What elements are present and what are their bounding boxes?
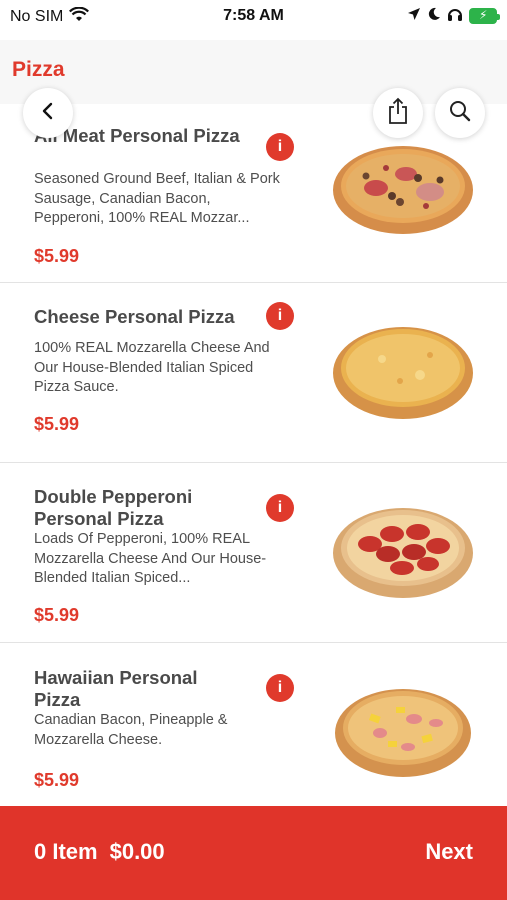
info-icon[interactable]: i (266, 302, 294, 330)
page-header: Pizza (0, 40, 507, 104)
headphones-icon (447, 6, 463, 26)
cart-bar: 0 Item $0.00 Next (0, 806, 507, 900)
info-icon[interactable]: i (266, 674, 294, 702)
item-price: $5.99 (34, 605, 80, 625)
pizza-image (335, 689, 471, 777)
info-icon[interactable]: i (266, 133, 294, 161)
next-button[interactable]: Next (425, 839, 473, 865)
cart-summary[interactable]: 0 Item $0.00 (34, 839, 165, 865)
info-icon[interactable]: i (266, 494, 294, 522)
location-arrow-icon (407, 7, 421, 26)
share-icon (387, 97, 409, 130)
item-name: Double Pepperoni Personal Pizza (34, 486, 193, 529)
list-item[interactable]: Double Pepperoni Personal Pizza i Loads … (0, 463, 507, 643)
cart-count: 0 Item (34, 839, 98, 864)
status-bar: No SIM 7:58 AM ⚡ (0, 0, 507, 40)
item-description: Loads Of Pepperoni, 100% REAL Mozzarella… (34, 531, 267, 586)
search-icon (448, 99, 472, 128)
item-price: $5.99 (34, 246, 80, 266)
list-item[interactable]: Cheese Personal Pizza i 100% REAL Mozzar… (0, 283, 507, 463)
pizza-image (333, 327, 473, 419)
item-name: Hawaiian Personal Pizza (34, 667, 198, 710)
item-name: Cheese Personal Pizza (34, 306, 235, 327)
battery-icon: ⚡ (469, 8, 500, 24)
item-description: 100% REAL Mozzarella Cheese And Our Hous… (34, 340, 270, 395)
item-price: $5.99 (34, 770, 80, 790)
status-right: ⚡ (407, 6, 500, 26)
item-description: Seasoned Ground Beef, Italian & Pork Sau… (34, 171, 280, 226)
item-description: Canadian Bacon, Pineapple & Mozzarella C… (34, 712, 228, 748)
share-button[interactable] (373, 88, 423, 138)
product-list[interactable]: All Meat Personal Pizza i Seasoned Groun… (0, 104, 507, 806)
item-price: $5.99 (34, 414, 80, 434)
list-item[interactable]: Hawaiian Personal Pizza i Canadian Bacon… (0, 643, 507, 806)
pizza-image (333, 146, 473, 234)
list-item[interactable]: All Meat Personal Pizza i Seasoned Groun… (0, 104, 507, 283)
pizza-image (333, 508, 473, 598)
page-title: Pizza (12, 58, 65, 81)
chevron-left-icon (41, 102, 55, 125)
back-button[interactable] (23, 88, 73, 138)
moon-icon (427, 7, 441, 26)
search-button[interactable] (435, 88, 485, 138)
cart-total: $0.00 (109, 839, 165, 864)
